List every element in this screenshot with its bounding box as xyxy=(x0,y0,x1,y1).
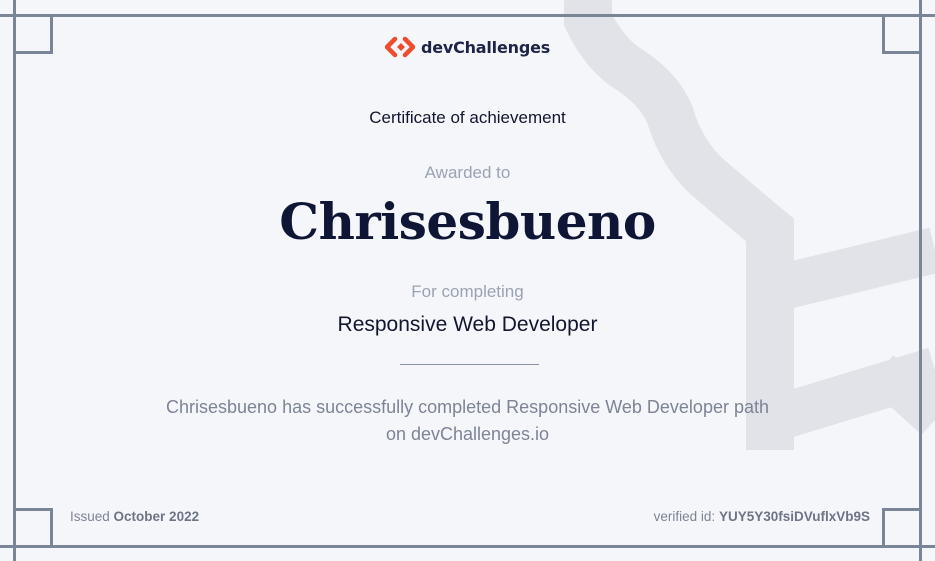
course-name: Responsive Web Developer xyxy=(337,313,598,336)
devchallenges-logo-icon xyxy=(384,36,415,58)
certificate-description: Chrisesbueno has successfully completed … xyxy=(0,394,935,448)
brand-name: devChallenges xyxy=(420,37,551,57)
description-line-2: on devChallenges.io xyxy=(385,424,550,444)
verified-id: YUY5Y30fsiDVuflxVb9S xyxy=(718,509,870,524)
frame-right-line xyxy=(919,0,922,561)
issued-date: October 2022 xyxy=(113,509,200,524)
corner-bottom-right xyxy=(882,508,922,548)
for-completing-label: For completing xyxy=(411,282,524,301)
certificate-title: Certificate of achievement xyxy=(369,108,566,127)
verified-info: verified id: YUY5Y30fsiDVuflxVb9S xyxy=(654,509,870,524)
frame-bottom-line xyxy=(0,545,935,548)
awarded-label: Awarded to xyxy=(424,163,511,182)
corner-bottom-left xyxy=(13,508,53,548)
frame-left-line xyxy=(13,0,16,561)
frame-top-line xyxy=(0,14,935,17)
certificate-page: devChallenges Certificate of achievement… xyxy=(0,0,935,561)
verified-label: verified id: xyxy=(653,509,716,524)
issued-label: Issued xyxy=(70,509,110,524)
issued-info: Issued October 2022 xyxy=(70,509,199,524)
description-line-1: Chrisesbueno has successfully completed … xyxy=(166,397,769,417)
watermark-logo-icon xyxy=(564,0,935,450)
recipient-name: Chrisesbueno xyxy=(279,192,656,251)
divider xyxy=(400,364,539,365)
brand-logo: devChallenges xyxy=(0,36,935,58)
